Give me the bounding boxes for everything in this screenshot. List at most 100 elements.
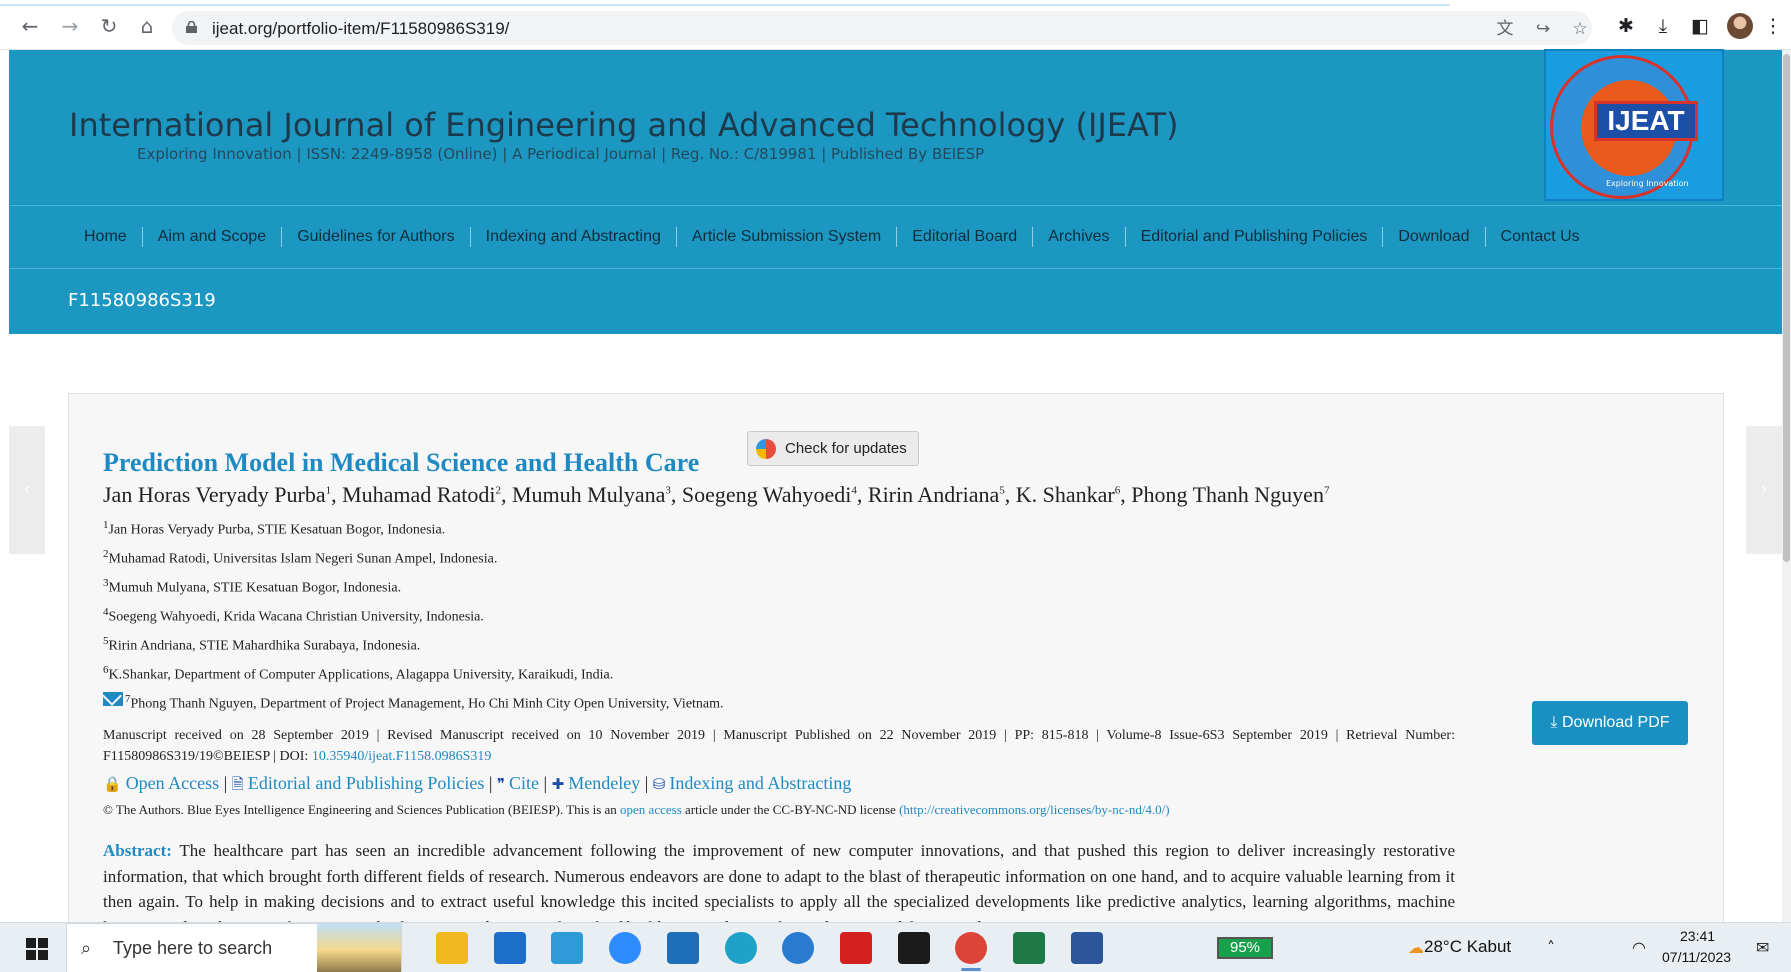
nav-item[interactable]: Editorial Board xyxy=(896,227,1032,247)
main-nav: Home Aim and Scope Guidelines for Authors I… xyxy=(9,205,1782,268)
affiliation-line: 6K.Shankar, Department of Computer Appli… xyxy=(103,664,613,684)
open-access-link[interactable]: Open Access xyxy=(126,773,219,793)
nav-item[interactable]: Article Submission System xyxy=(675,227,896,247)
nav-item[interactable]: Editorial and Publishing Policies xyxy=(1124,227,1383,247)
cite-link[interactable]: Cite xyxy=(509,773,539,793)
forms-taskbar-icon[interactable] xyxy=(666,932,699,964)
page-title: F11580986S319 xyxy=(68,290,216,311)
search-highlight-image xyxy=(317,924,401,972)
license-url-link[interactable]: (http://creativecommons.org/licenses/by-… xyxy=(899,802,1170,817)
email-envelope-icon[interactable] xyxy=(103,692,123,706)
l-app-taskbar-icon[interactable] xyxy=(551,932,584,964)
forward-arrow-icon[interactable]: → xyxy=(58,14,82,38)
indexing-link[interactable]: Indexing and Abstracting xyxy=(669,773,851,793)
page-title-band: F11580986S319 xyxy=(9,268,1782,334)
download-pdf-label: Download PDF xyxy=(1561,714,1670,731)
mendeley-link[interactable]: Mendeley xyxy=(568,773,640,793)
author-name: Ririn Andriana xyxy=(867,482,1000,507)
nav-item[interactable]: Indexing and Abstracting xyxy=(469,227,676,247)
back-arrow-icon[interactable]: ← xyxy=(18,14,42,38)
license-notice: © The Authors. Blue Eyes Intelligence En… xyxy=(103,802,1170,818)
affiliation-text: Jan Horas Veryady Purba, STIE Kesatuan B… xyxy=(108,522,446,538)
author-name: Soegeng Wahyoedi xyxy=(681,482,852,507)
nav-item[interactable]: Contact Us xyxy=(1484,227,1595,247)
separator: | xyxy=(539,773,552,793)
page-scrollbar[interactable] xyxy=(1782,50,1791,922)
word-taskbar-icon[interactable] xyxy=(1070,932,1103,964)
logo-tagline: Exploring Innovation xyxy=(1606,179,1689,188)
lock-icon[interactable] xyxy=(186,21,197,33)
download-icon[interactable]: ⤓ xyxy=(1651,14,1675,38)
separator: | xyxy=(219,773,232,793)
author-number: 7 xyxy=(1323,484,1330,497)
policies-link[interactable]: Editorial and Publishing Policies xyxy=(248,773,485,793)
notification-icon[interactable]: ✉ xyxy=(1756,938,1769,957)
scrollbar-thumb[interactable] xyxy=(1783,54,1790,562)
check-for-updates-button[interactable]: Check for updates xyxy=(747,431,919,466)
mail-taskbar-icon[interactable] xyxy=(493,932,526,964)
document-icon: 🗎 xyxy=(231,775,244,793)
abstract-label: Abstract: xyxy=(103,841,172,860)
search-placeholder[interactable]: Type here to search xyxy=(113,938,272,959)
retrieval-number: F11580986S319/19©BEIESP | DOI: xyxy=(103,749,312,764)
windows-start-icon[interactable] xyxy=(26,938,48,960)
nav-item[interactable]: Archives xyxy=(1032,227,1124,247)
webex-taskbar-icon[interactable] xyxy=(897,932,930,964)
journal-logo[interactable]: IJEAT Exploring Innovation xyxy=(1544,49,1724,201)
author-name: K. Shankar xyxy=(1015,482,1115,507)
affiliation-line: 2Muhamad Ratodi, Universitas Islam Neger… xyxy=(103,548,497,568)
nav-item[interactable]: Guidelines for Authors xyxy=(281,227,469,247)
home-icon[interactable]: ⌂ xyxy=(135,14,159,38)
affiliation-line: 5Ririn Andriana, STIE Mahardhika Surabay… xyxy=(103,635,420,655)
manuscript-meta: Manuscript received on 28 September 2019… xyxy=(103,728,1455,743)
nav-item[interactable]: Home xyxy=(69,227,142,247)
retrieval-doi: F11580986S319/19©BEIESP | DOI: 10.35940/… xyxy=(103,749,491,765)
translate-icon[interactable]: 文 xyxy=(1494,18,1516,40)
wifi-icon[interactable]: ◠ xyxy=(1632,938,1646,957)
doi-link[interactable]: 10.35940/ijeat.F1158.0986S319 xyxy=(312,749,492,764)
windows-taskbar: ⌕ Type here to search 95% 28°C Kabut ☁ ˄… xyxy=(0,922,1791,972)
nav-item[interactable]: Aim and Scope xyxy=(141,227,282,247)
network-app-taskbar-icon[interactable] xyxy=(782,932,815,964)
nav-item[interactable]: Download xyxy=(1382,227,1484,247)
affiliation-text: Ririn Andriana, STIE Mahardhika Surabaya… xyxy=(108,638,421,654)
tray-chevron-icon[interactable]: ˄ xyxy=(1547,938,1555,957)
taskbar-search-box[interactable]: ⌕ Type here to search xyxy=(66,923,402,972)
bookmark-star-icon[interactable]: ☆ xyxy=(1569,18,1591,40)
battery-indicator[interactable]: 95% xyxy=(1217,937,1273,959)
clock-date[interactable]: 07/11/2023 xyxy=(1662,949,1731,965)
side-panel-icon[interactable]: ◧ xyxy=(1688,14,1712,38)
affiliation-line: 3Mumuh Mulyana, STIE Kesatuan Bogor, Ind… xyxy=(103,577,401,597)
reload-icon[interactable]: ↻ xyxy=(97,14,121,38)
clock-time[interactable]: 23:41 xyxy=(1680,928,1715,944)
address-bar[interactable]: ijeat.org/portfolio-item/F11580986S319/ … xyxy=(172,11,1592,45)
affiliation-line: 1Jan Horas Veryady Purba, STIE Kesatuan … xyxy=(103,519,445,539)
prev-post-arrow[interactable]: ‹ xyxy=(9,426,45,554)
affiliation-line: 4Soegeng Wahyoedi, Krida Wacana Christia… xyxy=(103,606,484,626)
weather-widget[interactable]: 28°C Kabut xyxy=(1424,937,1511,957)
open-access-inline-link[interactable]: open access xyxy=(620,802,682,817)
affiliation-text: K.Shankar, Department of Computer Applic… xyxy=(108,667,614,683)
affiliation-text: Soegeng Wahyoedi, Krida Wacana Christian… xyxy=(108,609,484,625)
extensions-puzzle-icon[interactable]: ✱ xyxy=(1614,14,1638,38)
chrome-taskbar-icon[interactable] xyxy=(955,932,988,971)
url-text[interactable]: ijeat.org/portfolio-item/F11580986S319/ xyxy=(212,19,509,39)
affiliation-line: 7Phong Thanh Nguyen, Department of Proje… xyxy=(125,693,724,713)
author-name: Phong Thanh Nguyen xyxy=(1131,482,1324,507)
share-icon[interactable]: ↪ xyxy=(1532,18,1554,40)
next-post-arrow[interactable]: › xyxy=(1746,426,1782,554)
file-explorer-taskbar-icon[interactable] xyxy=(436,932,468,964)
menu-kebab-icon[interactable]: ⋮ xyxy=(1761,14,1785,38)
download-icon: ⤓ xyxy=(1550,714,1562,731)
acrobat-taskbar-icon[interactable] xyxy=(839,932,872,964)
profile-avatar[interactable] xyxy=(1727,13,1753,39)
search-icon: ⌕ xyxy=(81,938,92,959)
excel-taskbar-icon[interactable] xyxy=(1013,932,1045,964)
zoom-taskbar-icon[interactable] xyxy=(609,932,642,964)
download-pdf-button[interactable]: ⤓ Download PDF xyxy=(1532,701,1688,745)
edge-taskbar-icon[interactable] xyxy=(724,932,757,964)
crossmark-icon xyxy=(756,439,776,459)
weather-icon[interactable]: ☁ xyxy=(1408,938,1424,957)
page-load-progress xyxy=(0,4,1450,6)
site-title[interactable]: International Journal of Engineering and… xyxy=(69,106,1178,144)
